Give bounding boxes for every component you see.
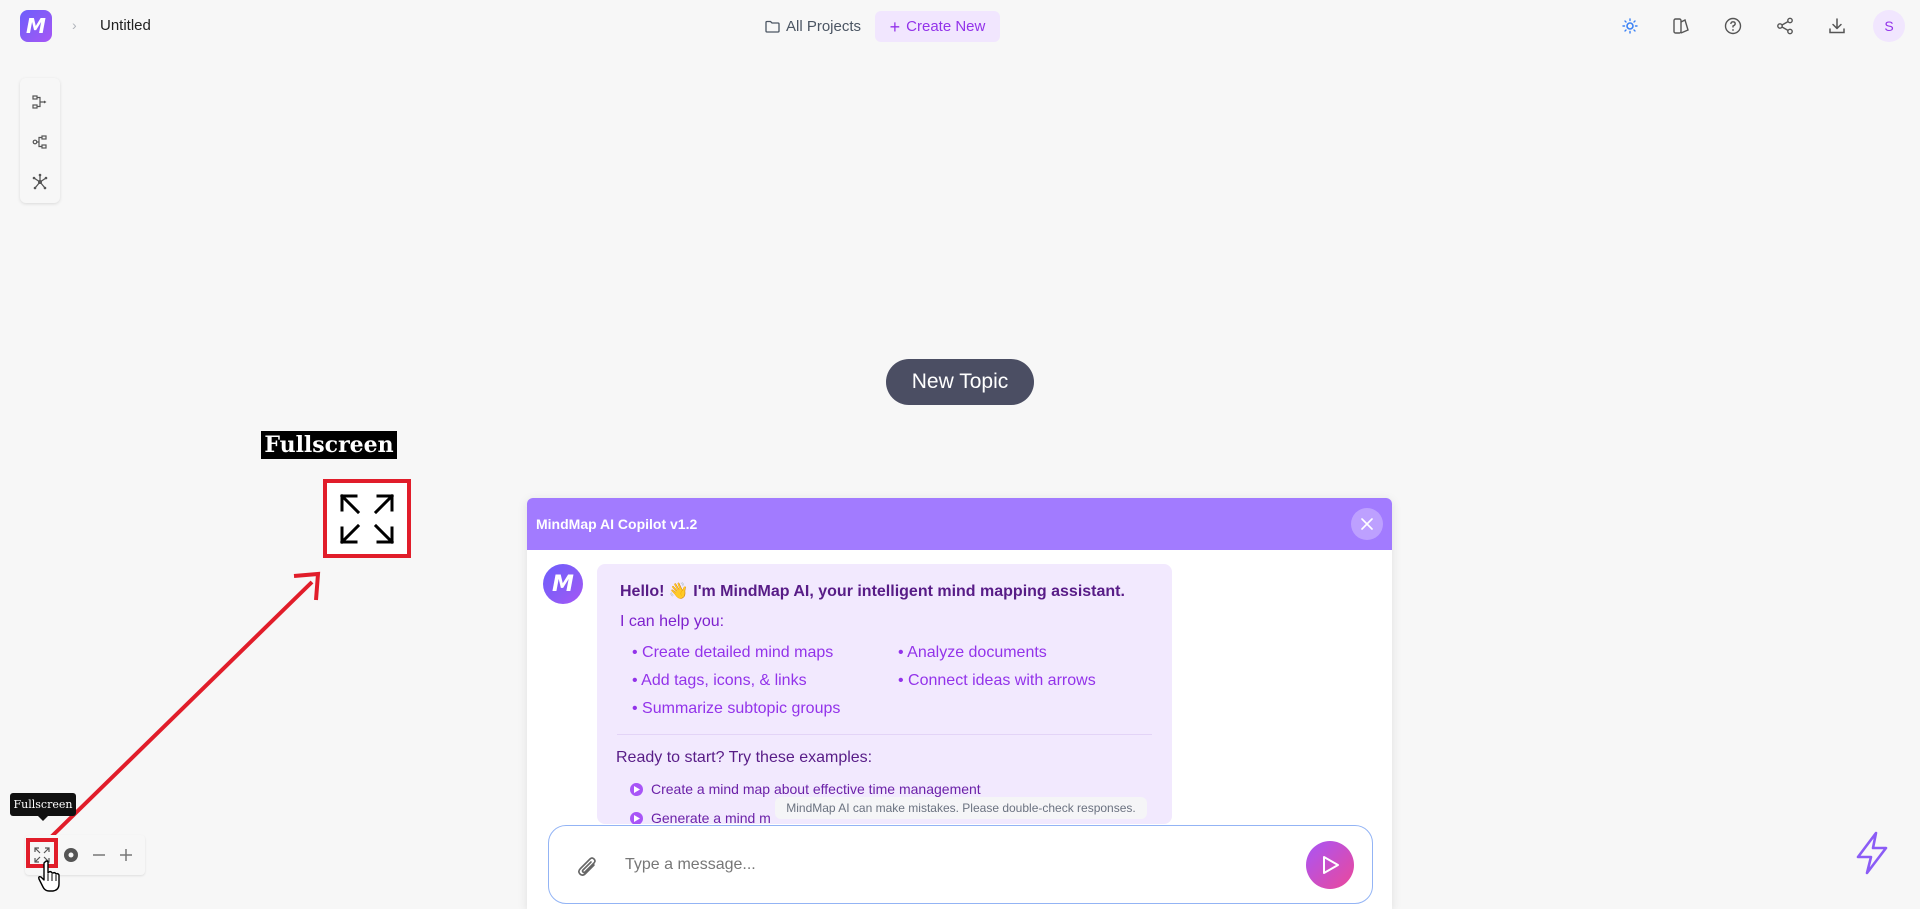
sun-icon[interactable] — [1618, 14, 1642, 38]
message-input[interactable] — [625, 851, 1285, 879]
bot-avatar: M — [543, 564, 583, 604]
copilot-header: MindMap AI Copilot v1.2 — [527, 498, 1392, 550]
play-icon — [630, 782, 643, 796]
send-button[interactable] — [1306, 841, 1354, 889]
plus-icon: + — [889, 16, 901, 37]
capability-item: • Add tags, icons, & links — [632, 672, 807, 689]
example-prompt[interactable]: Create a mind map about effective time m… — [630, 781, 981, 797]
breadcrumb-chevron-icon: › — [72, 17, 77, 33]
user-avatar[interactable]: S — [1873, 10, 1905, 42]
layout-toolbar — [20, 78, 60, 203]
capability-item: • Analyze documents — [898, 644, 1047, 661]
theme-icon[interactable] — [1669, 14, 1693, 38]
bolt-icon[interactable] — [1852, 831, 1892, 875]
disclaimer-text: MindMap AI can make mistakes. Please dou… — [775, 797, 1147, 819]
central-topic-node[interactable]: New Topic — [886, 359, 1034, 405]
hand-cursor-icon — [38, 860, 60, 892]
zoom-in-icon[interactable] — [114, 843, 138, 867]
capability-item: • Connect ideas with arrows — [898, 672, 1096, 689]
send-icon — [1323, 856, 1339, 874]
share-icon[interactable] — [1773, 14, 1797, 38]
capability-item: • Summarize subtopic groups — [632, 700, 841, 717]
logo-glyph: M — [26, 14, 46, 38]
example-label: Create a mind map about effective time m… — [651, 781, 981, 797]
divider — [617, 734, 1152, 735]
greeting-text: Hello! 👋 I'm MindMap AI, your intelligen… — [620, 583, 1125, 600]
attachment-icon[interactable] — [575, 853, 601, 881]
fullscreen-tooltip: Fullscreen — [10, 793, 76, 821]
app-logo[interactable]: M — [20, 10, 52, 42]
layout-right-icon[interactable] — [24, 86, 56, 118]
download-icon[interactable] — [1825, 14, 1849, 38]
ready-prompt: Ready to start? Try these examples: — [616, 749, 873, 766]
copilot-panel: MindMap AI Copilot v1.2 M Hello! 👋 I'm M… — [527, 498, 1392, 909]
create-new-label: Create New — [906, 18, 986, 35]
layout-radial-icon[interactable] — [24, 166, 56, 198]
copilot-title: MindMap AI Copilot v1.2 — [536, 516, 698, 532]
capability-item: • Create detailed mind maps — [632, 644, 834, 661]
folder-icon — [765, 20, 780, 33]
zoom-out-icon[interactable] — [87, 843, 111, 867]
play-icon — [630, 811, 643, 824]
bot-avatar-glyph: M — [552, 571, 574, 597]
layout-left-right-icon[interactable] — [24, 126, 56, 158]
welcome-message: Hello! 👋 I'm MindMap AI, your intelligen… — [597, 564, 1172, 824]
all-projects-link[interactable]: All Projects — [765, 15, 861, 37]
create-new-button[interactable]: + Create New — [875, 11, 1000, 42]
close-copilot-button[interactable] — [1351, 508, 1383, 540]
help-icon[interactable] — [1721, 14, 1745, 38]
top-header: M › Untitled All Projects + Create New S — [0, 0, 1920, 52]
annotation-zoomed-fullscreen-icon — [323, 479, 411, 558]
example-prompt[interactable]: Generate a mind m — [630, 810, 771, 824]
close-icon — [1361, 518, 1373, 530]
can-help-text: I can help you: — [620, 613, 725, 630]
document-title[interactable]: Untitled — [100, 17, 151, 34]
all-projects-label: All Projects — [786, 17, 862, 35]
example-label: Generate a mind m — [651, 810, 771, 824]
message-composer — [548, 825, 1373, 904]
annotation-label: Fullscreen — [261, 431, 397, 459]
